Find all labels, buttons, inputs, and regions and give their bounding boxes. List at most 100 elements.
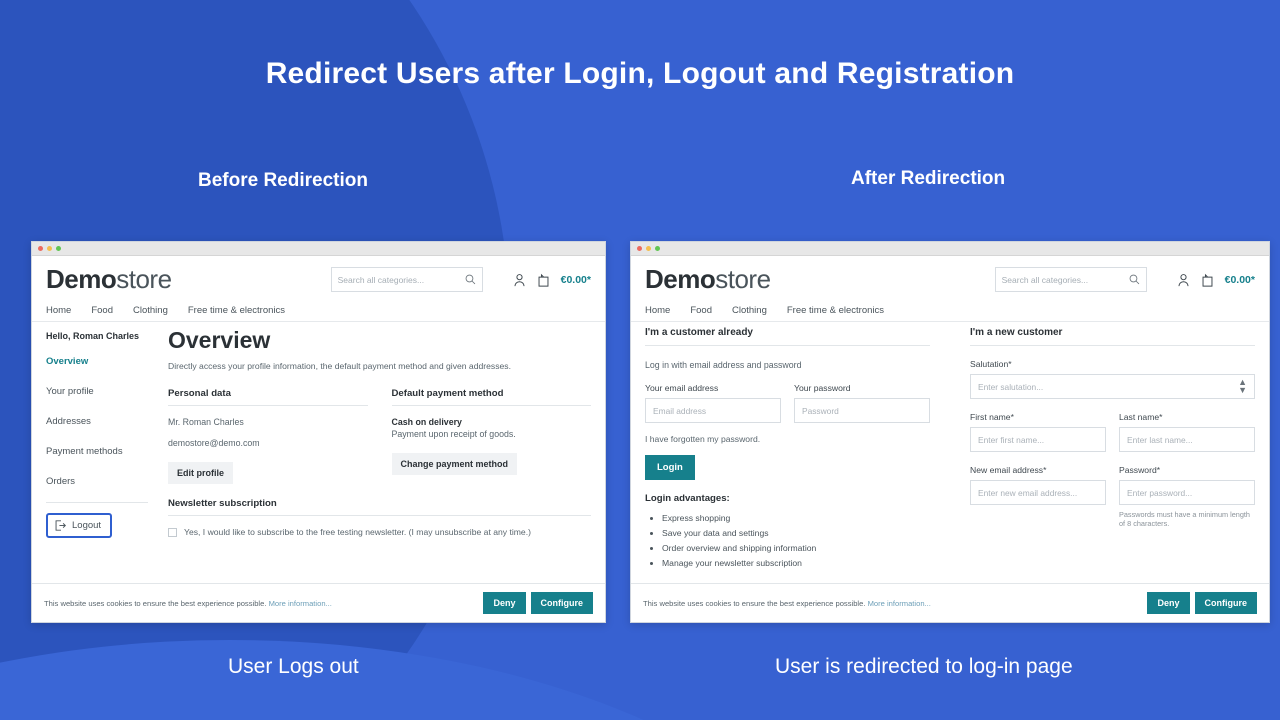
sidebar-item-payment-methods[interactable]: Payment methods: [46, 446, 156, 457]
overview-columns: Personal data Mr. Roman Charles demostor…: [168, 388, 591, 485]
new-password-input[interactable]: Enter password...: [1119, 480, 1255, 505]
change-payment-method-button[interactable]: Change payment method: [391, 453, 518, 476]
last-name-field-group: Last name* Enter last name...: [1119, 412, 1255, 452]
first-name-input[interactable]: Enter first name...: [970, 427, 1106, 452]
cookie-more-information-link[interactable]: More information...: [269, 599, 332, 608]
maximize-icon[interactable]: [56, 246, 61, 251]
close-icon[interactable]: [38, 246, 43, 251]
account-icon[interactable]: [513, 273, 526, 287]
login-advantages-list: Express shopping Save your data and sett…: [662, 511, 930, 571]
cookie-text-wrap: This website uses cookies to ensure the …: [44, 599, 332, 608]
nav-item-freetime[interactable]: Free time & electronics: [188, 305, 285, 316]
payment-method-name: Cash on delivery: [391, 417, 462, 428]
nav-item-home[interactable]: Home: [46, 305, 71, 316]
cart-total[interactable]: €0.00*: [561, 274, 591, 286]
new-email-field-group: New email address* Enter new email addre…: [970, 465, 1106, 528]
login-heading: I'm a customer already: [645, 327, 930, 346]
new-password-label: Password*: [1119, 465, 1161, 475]
personal-data-email: demostore@demo.com: [168, 438, 260, 449]
left-column-heading: Before Redirection: [198, 170, 368, 191]
cookie-configure-button[interactable]: Configure: [1194, 592, 1257, 614]
close-icon[interactable]: [637, 246, 642, 251]
right-caption: User is redirected to log-in page: [775, 655, 1073, 678]
new-customer-pane: I'm a new customer Salutation* Enter sal…: [950, 322, 1255, 571]
store-logo-light: store: [715, 264, 771, 294]
cookie-deny-button[interactable]: Deny: [1147, 592, 1190, 614]
salutation-select[interactable]: Enter salutation... ▲ ▼: [970, 374, 1255, 399]
login-fields-row: Your email address Email address Your pa…: [645, 383, 930, 423]
sidebar-item-overview[interactable]: Overview: [46, 356, 156, 367]
payment-method-heading: Default payment method: [391, 388, 591, 407]
account-content: Overview Directly access your profile in…: [156, 326, 591, 538]
minimize-icon[interactable]: [646, 246, 651, 251]
first-name-field-group: First name* Enter first name...: [970, 412, 1106, 452]
newsletter-heading: Newsletter subscription: [168, 498, 591, 517]
store-logo[interactable]: Demostore: [46, 264, 172, 295]
sidebar-item-addresses[interactable]: Addresses: [46, 416, 156, 427]
newsletter-section: Newsletter subscription Yes, I would lik…: [168, 498, 591, 537]
cookie-configure-button[interactable]: Configure: [530, 592, 593, 614]
login-advantages-heading: Login advantages:: [645, 493, 730, 504]
nav-item-food[interactable]: Food: [690, 305, 712, 316]
register-heading: I'm a new customer: [970, 327, 1255, 346]
search-icon[interactable]: [465, 274, 476, 285]
login-email-input[interactable]: Email address: [645, 398, 781, 423]
login-body: I'm a customer already Log in with email…: [631, 322, 1269, 571]
nav-item-home[interactable]: Home: [645, 305, 670, 316]
store-logo-bold: Demo: [46, 264, 117, 294]
search-input[interactable]: Search all categories...: [994, 267, 1147, 292]
maximize-icon[interactable]: [655, 246, 660, 251]
cookie-buttons: Deny Configure: [1147, 592, 1257, 614]
login-email-placeholder: Email address: [653, 405, 707, 416]
last-name-input[interactable]: Enter last name...: [1119, 427, 1255, 452]
right-column-heading: After Redirection: [851, 168, 1006, 189]
header-icons-after: €0.00*: [1177, 273, 1255, 287]
forgot-password-link[interactable]: I have forgotten my password.: [645, 434, 930, 444]
cookie-deny-button[interactable]: Deny: [483, 592, 526, 614]
shopping-bag-icon[interactable]: [537, 273, 550, 287]
account-icon[interactable]: [1177, 273, 1190, 287]
first-name-placeholder: Enter first name...: [978, 434, 1045, 445]
new-email-label: New email address*: [970, 465, 1047, 475]
sidebar-item-your-profile[interactable]: Your profile: [46, 386, 156, 397]
sidebar-item-orders[interactable]: Orders: [46, 476, 156, 487]
store-logo[interactable]: Demostore: [645, 264, 771, 295]
newsletter-row[interactable]: Yes, I would like to subscribe to the fr…: [168, 527, 591, 537]
sidebar-divider: [46, 502, 148, 504]
nav-item-freetime[interactable]: Free time & electronics: [787, 305, 884, 316]
browser-window-after: Demostore Search all categories... €0.00…: [630, 241, 1270, 623]
shopping-bag-icon[interactable]: [1201, 273, 1214, 287]
store-logo-bold: Demo: [645, 264, 716, 294]
background-arc-light: [0, 640, 880, 720]
browser-window-before: Demostore Search all categories... €0.00…: [31, 241, 606, 623]
login-password-input[interactable]: Password: [794, 398, 930, 423]
overview-subtitle: Directly access your profile information…: [168, 361, 511, 372]
minimize-icon[interactable]: [47, 246, 52, 251]
cookie-text: This website uses cookies to ensure the …: [44, 598, 267, 608]
cookie-text-wrap: This website uses cookies to ensure the …: [643, 599, 931, 608]
name-row: First name* Enter first name... Last nam…: [970, 412, 1255, 452]
account-greeting: Hello, Roman Charles: [46, 331, 140, 341]
nav-item-clothing[interactable]: Clothing: [133, 305, 168, 316]
cookie-more-information-link[interactable]: More information...: [868, 599, 931, 608]
page-title: Redirect Users after Login, Logout and R…: [265, 57, 1015, 90]
payment-method-card: Default payment method Cash on delivery …: [391, 388, 591, 484]
list-item: Order overview and shipping information: [662, 541, 930, 556]
nav-item-clothing[interactable]: Clothing: [732, 305, 767, 316]
logout-button[interactable]: Logout: [46, 513, 113, 539]
logout-label: Logout: [72, 520, 102, 532]
personal-data-card: Personal data Mr. Roman Charles demostor…: [168, 388, 368, 485]
edit-profile-button[interactable]: Edit profile: [168, 462, 233, 485]
newsletter-checkbox[interactable]: [168, 527, 177, 537]
search-icon[interactable]: [1129, 274, 1140, 285]
cart-total[interactable]: €0.00*: [1225, 274, 1255, 286]
login-button[interactable]: Login: [645, 455, 695, 480]
search-input[interactable]: Search all categories...: [330, 267, 483, 292]
cookie-bar-after: This website uses cookies to ensure the …: [631, 583, 1269, 622]
new-email-input[interactable]: Enter new email address...: [970, 480, 1106, 505]
store-nav-after: Home Food Clothing Free time & electroni…: [631, 299, 1269, 322]
cookie-text: This website uses cookies to ensure the …: [643, 598, 866, 608]
titlebar-after: [631, 242, 1269, 256]
search-placeholder: Search all categories...: [337, 274, 425, 285]
nav-item-food[interactable]: Food: [91, 305, 113, 316]
